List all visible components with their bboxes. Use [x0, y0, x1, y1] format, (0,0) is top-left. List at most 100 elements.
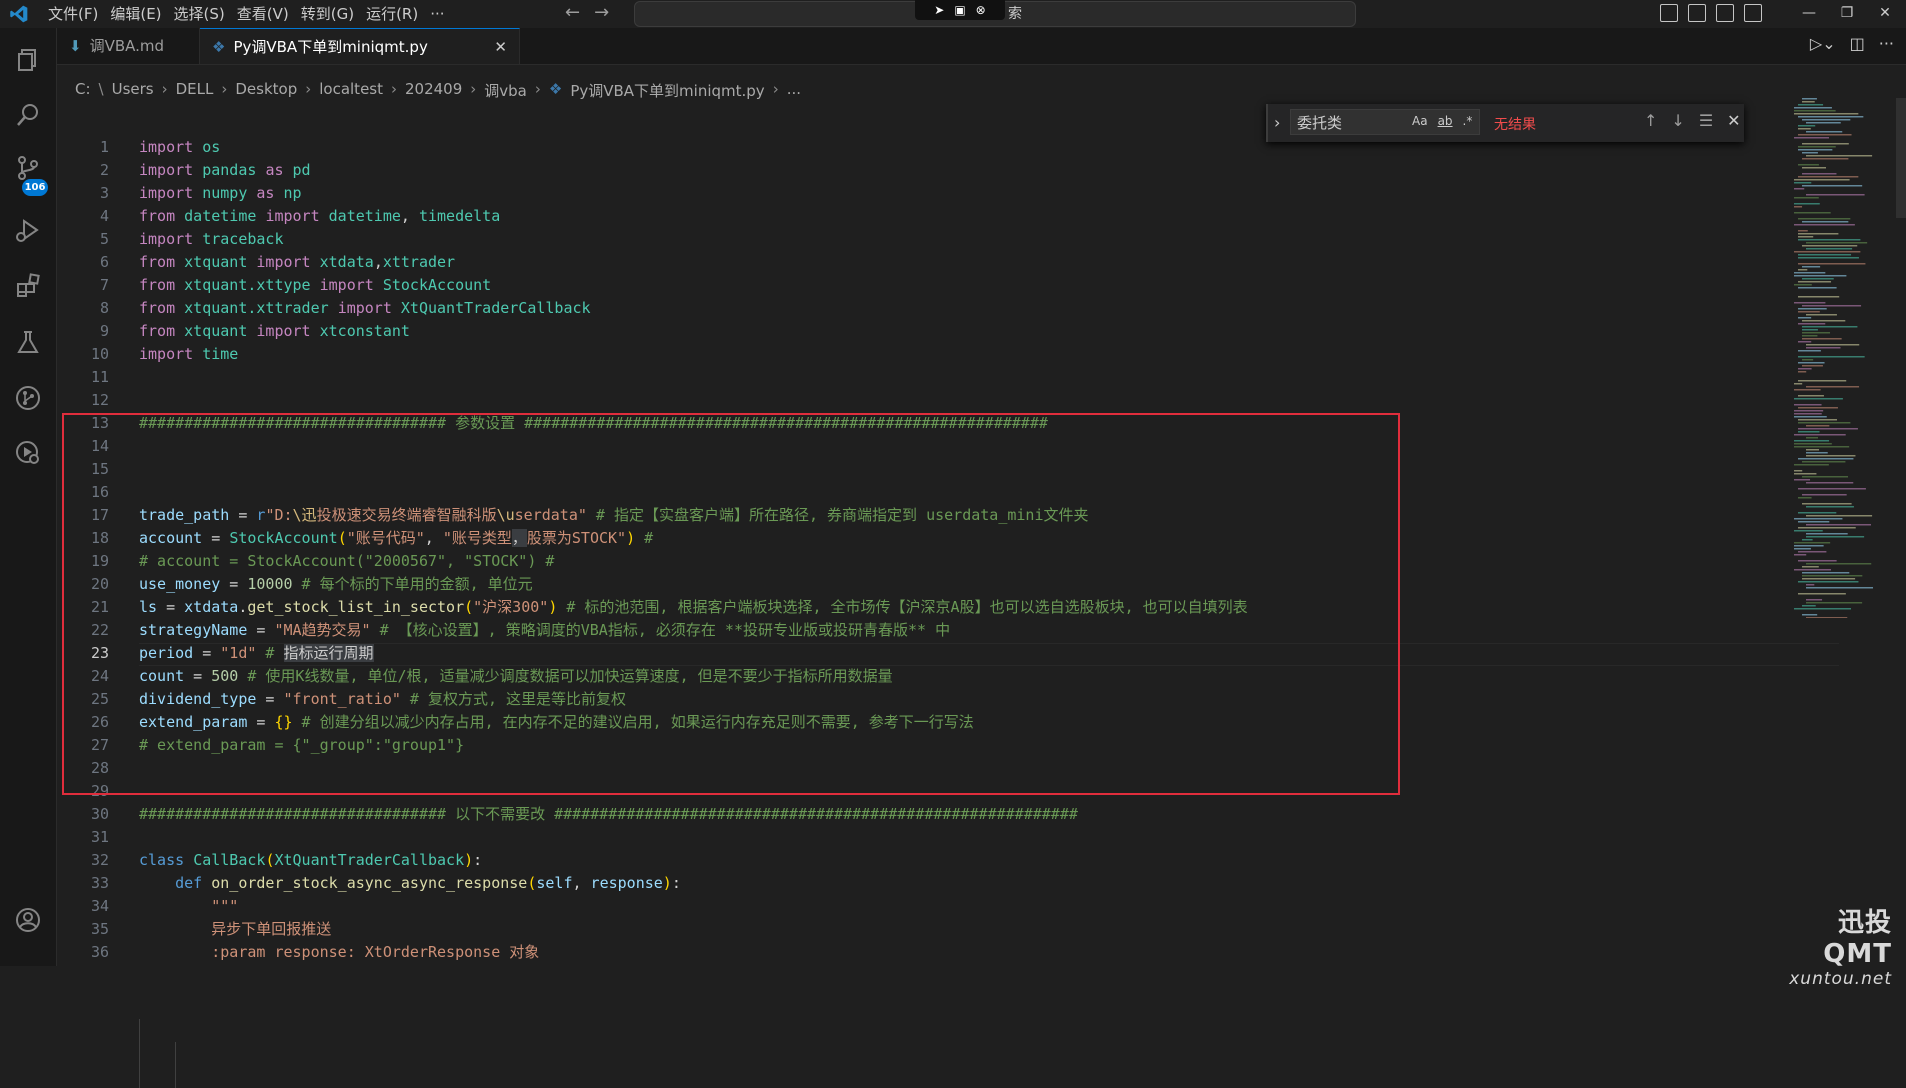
close-icon[interactable]: ✕	[494, 29, 507, 65]
breadcrumb-item[interactable]: ...	[787, 80, 801, 101]
code-line[interactable]: 34 """	[57, 895, 1777, 918]
capture-window-icon[interactable]: ▣	[954, 3, 965, 17]
extensions-icon[interactable]	[14, 272, 42, 300]
breadcrumb-item[interactable]: Desktop	[235, 80, 297, 101]
menu-more[interactable]: ···	[424, 0, 450, 28]
back-arrow-icon[interactable]: ←	[565, 2, 580, 23]
code-text: import pandas as pd	[139, 159, 311, 182]
search-icon[interactable]	[14, 101, 42, 129]
toggle-secondary-sidebar-icon[interactable]	[1716, 4, 1734, 22]
minimap-line	[1794, 398, 1843, 400]
breadcrumb-item[interactable]: 202409	[405, 80, 462, 101]
code-line[interactable]: 30 ################################## 以下不…	[57, 803, 1777, 826]
customize-layout-icon[interactable]	[1744, 4, 1762, 22]
minimap-line	[1802, 278, 1834, 280]
breadcrumb-item[interactable]: C:	[75, 80, 91, 101]
tab-py-file[interactable]: ❖ Py调VBA下单到miniqmt.py ✕	[200, 28, 520, 64]
menu-bar: 文件(F) 编辑(E) 选择(S) 查看(V) 转到(G) 运行(R) ···	[42, 0, 451, 28]
code-line[interactable]: 33 def on_order_stock_async_async_respon…	[57, 872, 1777, 895]
tab-label: Py调VBA下单到miniqmt.py	[233, 38, 428, 56]
toggle-sidebar-icon[interactable]	[1660, 4, 1678, 22]
breadcrumb-item[interactable]: DELL	[176, 80, 214, 101]
remote-run-icon[interactable]	[14, 438, 42, 466]
menu-edit[interactable]: 编辑(E)	[104, 0, 167, 28]
code-token: ################################## 以下不需要…	[139, 805, 1078, 823]
close-window-icon[interactable]: ✕	[1866, 0, 1904, 26]
run-debug-icon[interactable]	[14, 216, 42, 244]
find-in-selection-icon[interactable]: ☰	[1699, 111, 1713, 130]
menu-go[interactable]: 转到(G)	[295, 0, 360, 28]
minimap-line	[1794, 479, 1811, 481]
code-line[interactable]: 9 from xtquant import xtconstant	[57, 320, 1777, 343]
minimap-line	[1794, 113, 1859, 115]
minimap-line	[1798, 551, 1827, 553]
breadcrumb-item[interactable]: 调vba	[484, 80, 527, 101]
code-token: import	[256, 322, 311, 340]
run-file-icon[interactable]: ▷⌄	[1810, 34, 1836, 53]
editor-actions: ▷⌄ ◫ ···	[1810, 34, 1894, 53]
code-token: as	[265, 161, 284, 179]
code-line[interactable]: 5 import traceback	[57, 228, 1777, 251]
toggle-replace-icon[interactable]: ›	[1274, 113, 1280, 132]
menu-selection[interactable]: 选择(S)	[168, 0, 231, 28]
minimap-line	[1798, 350, 1821, 352]
minimap-line	[1802, 335, 1818, 337]
minimap-line	[1794, 542, 1831, 544]
minimap-line	[1802, 320, 1846, 322]
explorer-icon[interactable]	[14, 46, 42, 74]
code-line[interactable]: 6 from xtquant import xtdata,xttrader	[57, 251, 1777, 274]
menu-view[interactable]: 查看(V)	[231, 0, 295, 28]
code-text: from xtquant.xttype import StockAccount	[139, 274, 491, 297]
code-line[interactable]: 7 from xtquant.xttype import StockAccount	[57, 274, 1777, 297]
minimap-line	[1798, 164, 1819, 166]
git-graph-icon[interactable]	[14, 384, 42, 412]
breadcrumb-item[interactable]: localtest	[319, 80, 383, 101]
restore-icon[interactable]: ❐	[1828, 0, 1866, 26]
minimap-line	[1798, 296, 1840, 298]
code-line[interactable]: 3 import numpy as np	[57, 182, 1777, 205]
menu-file[interactable]: 文件(F)	[42, 0, 104, 28]
code-line[interactable]: 10 import time	[57, 343, 1777, 366]
testing-icon[interactable]	[14, 328, 42, 356]
scrollbar-thumb[interactable]	[1896, 98, 1906, 218]
code-line[interactable]: 31	[57, 826, 1777, 849]
code-text: def on_order_stock_async_async_response(…	[139, 872, 681, 895]
next-match-icon[interactable]: ↓	[1671, 111, 1684, 130]
minimap-line	[1794, 197, 1819, 199]
code-token: np	[283, 184, 302, 202]
code-line[interactable]: 12	[57, 389, 1777, 412]
code-line[interactable]: 35 异步下单回报推送	[57, 918, 1777, 941]
toggle-panel-icon[interactable]	[1688, 4, 1706, 22]
code-line[interactable]: 32 class CallBack(XtQuantTraderCallback):	[57, 849, 1777, 872]
split-editor-icon[interactable]: ◫	[1850, 34, 1865, 53]
close-find-icon[interactable]: ✕	[1727, 111, 1740, 130]
code-line[interactable]: 4 from datetime import datetime, timedelt…	[57, 205, 1777, 228]
code-line[interactable]: 2 import pandas as pd	[57, 159, 1777, 182]
minimize-icon[interactable]: —	[1790, 0, 1828, 26]
line-number: 9	[99, 322, 109, 340]
match-case-icon[interactable]: Aa	[1412, 114, 1428, 128]
minimap-line	[1798, 512, 1837, 514]
breadcrumb-item[interactable]: Py调VBA下单到miniqmt.py	[570, 80, 764, 101]
use-regex-icon[interactable]: .*	[1463, 114, 1473, 128]
breadcrumb-item[interactable]: Users	[112, 80, 154, 101]
code-line[interactable]: 11	[57, 366, 1777, 389]
minimap-line	[1794, 464, 1829, 466]
capture-arrow-icon[interactable]: ➤	[934, 3, 944, 17]
menu-run[interactable]: 运行(R)	[360, 0, 424, 28]
minimap[interactable]	[1790, 98, 1900, 618]
source-control-icon[interactable]	[14, 154, 42, 182]
code-line[interactable]: 36 :param response: XtOrderResponse 对象	[57, 941, 1777, 964]
code-line[interactable]: 8 from xtquant.xttrader import XtQuantTra…	[57, 297, 1777, 320]
account-icon[interactable]	[14, 906, 42, 934]
forward-arrow-icon[interactable]: →	[594, 2, 609, 23]
tab-vba-md[interactable]: ⬇ 调VBA.md	[57, 28, 200, 64]
minimap-line	[1802, 101, 1815, 103]
capture-close-icon[interactable]: ⊗	[976, 3, 986, 17]
previous-match-icon[interactable]: ↑	[1644, 111, 1657, 130]
match-whole-word-icon[interactable]: ab	[1438, 114, 1453, 128]
more-actions-icon[interactable]: ···	[1879, 34, 1894, 53]
